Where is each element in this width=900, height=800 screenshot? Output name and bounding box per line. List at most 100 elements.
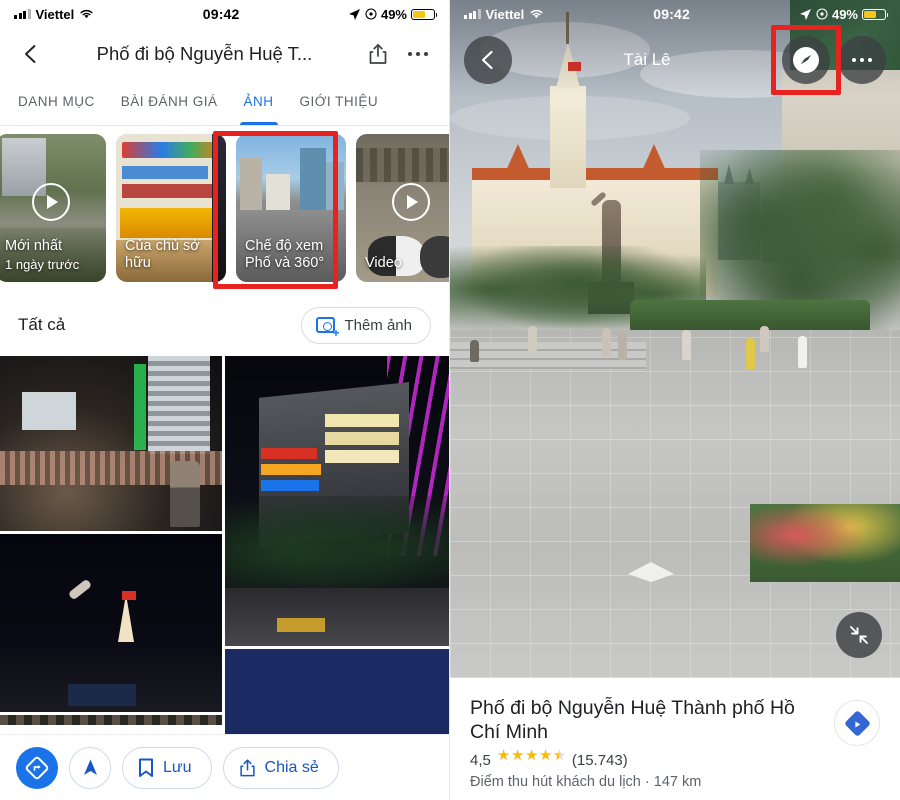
left-phone-screen: Viettel 09:42 49% Phố đi bộ Nguyễn Huệ T…: [0, 0, 450, 800]
star-rating: [497, 748, 566, 767]
tab-bai-danh-gia[interactable]: BÀI ĐÁNH GIÁ: [121, 80, 218, 125]
more-options-icon: [851, 57, 873, 63]
tab-anh[interactable]: ẢNH: [239, 80, 278, 125]
place-name: Phố đi bộ Nguyễn Huệ Thành phố Hồ Chí Mi…: [470, 697, 795, 744]
hedge-row: [630, 300, 870, 334]
dual-screenshot-container: Viettel 09:42 49% Phố đi bộ Nguyễn Huệ T…: [0, 0, 900, 800]
directions-button[interactable]: [834, 700, 880, 746]
place-info-card: Phố đi bộ Nguyễn Huệ Thành phố Hồ Chí Mi…: [450, 678, 900, 800]
compass-needle: [800, 54, 813, 66]
chevron-left-icon: [25, 45, 36, 63]
collapse-arrows-icon: [850, 626, 868, 644]
rating-row: 4,5 (15.743): [470, 748, 822, 769]
page-title: Phố đi bộ Nguyễn Huệ T...: [96, 43, 313, 64]
navigation-arrow-icon: [83, 759, 97, 775]
star-icon: [497, 748, 510, 767]
collapse-button[interactable]: [836, 612, 882, 658]
battery-percent-label: 49%: [831, 6, 858, 22]
pedestrian: [746, 338, 755, 370]
compass-button-wrapper: [771, 25, 841, 95]
battery-percent-label: 49%: [380, 6, 407, 22]
photo-thumbnail[interactable]: [0, 715, 222, 725]
star-icon: [511, 748, 524, 767]
compass-button[interactable]: [782, 36, 830, 84]
status-left-group: Viettel: [464, 7, 544, 22]
play-icon: [32, 183, 70, 222]
share-icon: [369, 43, 387, 64]
save-button[interactable]: Lưu: [122, 746, 212, 789]
photo-thumbnail[interactable]: [224, 356, 449, 646]
share-button[interactable]: [361, 37, 395, 71]
street-view-image[interactable]: [450, 0, 900, 678]
category-card-video[interactable]: Video: [356, 134, 449, 282]
status-left-group: Viettel: [14, 7, 94, 22]
back-button[interactable]: [14, 37, 48, 71]
clock-label: 09:42: [202, 6, 240, 22]
share-pill-button[interactable]: Chia sẻ: [222, 746, 339, 789]
category-card-cua-chu-so-huu[interactable]: Của chủ sở hữu: [116, 134, 226, 282]
card-caption: Mới nhất 1 ngày trước: [5, 238, 100, 272]
signal-bars-icon: [14, 9, 31, 19]
star-icon: [539, 748, 552, 767]
wifi-icon: [80, 9, 93, 19]
review-count: (15.743): [571, 751, 628, 769]
navigate-button[interactable]: [69, 746, 111, 789]
location-arrow-icon: [799, 8, 811, 20]
category-card-moi-nhat[interactable]: Mới nhất 1 ngày trước: [0, 134, 106, 282]
card-title: Của chủ sở hữu: [125, 237, 200, 271]
pedestrian: [602, 328, 611, 356]
battery-icon: [411, 8, 437, 20]
save-label: Lưu: [163, 758, 192, 776]
photo-thumbnail[interactable]: [0, 534, 222, 712]
star-half-icon: [553, 748, 566, 767]
pedestrian: [528, 326, 537, 352]
place-info-text: Phố đi bộ Nguyễn Huệ Thành phố Hồ Chí Mi…: [470, 696, 822, 800]
left-status-bar: Viettel 09:42 49%: [0, 0, 449, 28]
status-right-group: 49%: [348, 6, 437, 22]
more-options-button[interactable]: [838, 36, 886, 84]
all-photos-label: Tất cả: [18, 315, 66, 334]
pedestrian: [682, 330, 691, 360]
share-label: Chia sẻ: [264, 758, 319, 776]
more-options-button[interactable]: [401, 37, 435, 71]
pedestrian: [760, 326, 769, 352]
left-nav-header: Phố đi bộ Nguyễn Huệ T...: [0, 28, 449, 80]
add-photo-button[interactable]: Thêm ảnh: [301, 306, 431, 344]
location-arrow-icon: [348, 8, 360, 20]
card-subtitle: 1 ngày trước: [5, 256, 80, 272]
right-status-bar: Viettel 09:42 49%: [450, 0, 900, 28]
carrier-label: Viettel: [485, 6, 525, 22]
back-button[interactable]: [464, 36, 512, 84]
alarm-icon: [816, 8, 828, 20]
card-title: Video: [365, 254, 402, 271]
compass-icon: [793, 47, 819, 73]
add-photo-label: Thêm ảnh: [344, 316, 412, 334]
photo-thumbnail[interactable]: [224, 649, 449, 734]
all-photos-row: Tất cả Thêm ảnh: [0, 294, 449, 356]
card-title: Mới nhất: [5, 237, 63, 254]
signal-bars-icon: [464, 9, 481, 19]
alarm-icon: [365, 8, 377, 20]
play-icon: [392, 183, 430, 222]
rating-value: 4,5: [470, 751, 491, 769]
pedestrian: [470, 340, 479, 362]
carrier-label: Viettel: [35, 6, 75, 22]
directions-button[interactable]: [16, 746, 58, 789]
photo-thumbnail[interactable]: [0, 356, 222, 531]
directions-icon: [25, 756, 49, 779]
photo-grid-column-left: [0, 356, 222, 734]
photo-grid-column-right: [224, 356, 449, 734]
tab-danh-muc[interactable]: DANH MỤC: [18, 80, 95, 125]
category-card-street-view-360[interactable]: Chế độ xem Phố và 360°: [236, 134, 346, 282]
camera-plus-icon: [316, 317, 339, 339]
share-icon: [239, 758, 255, 776]
photo-category-strip: Mới nhất 1 ngày trước Của chủ sở hữu Chế…: [0, 126, 449, 294]
wifi-icon: [530, 9, 543, 19]
directions-icon: [843, 709, 871, 737]
bookmark-icon: [139, 758, 153, 777]
card-title: Chế độ xem Phố và 360°: [245, 237, 325, 271]
contributor-name: Tài Lê: [623, 50, 671, 69]
tab-gioi-thieu[interactable]: GIỚI THIỆU: [300, 80, 379, 125]
place-meta: Điểm thu hút khách du lịch · 147 km: [470, 773, 702, 790]
clock-label: 09:42: [653, 6, 691, 22]
